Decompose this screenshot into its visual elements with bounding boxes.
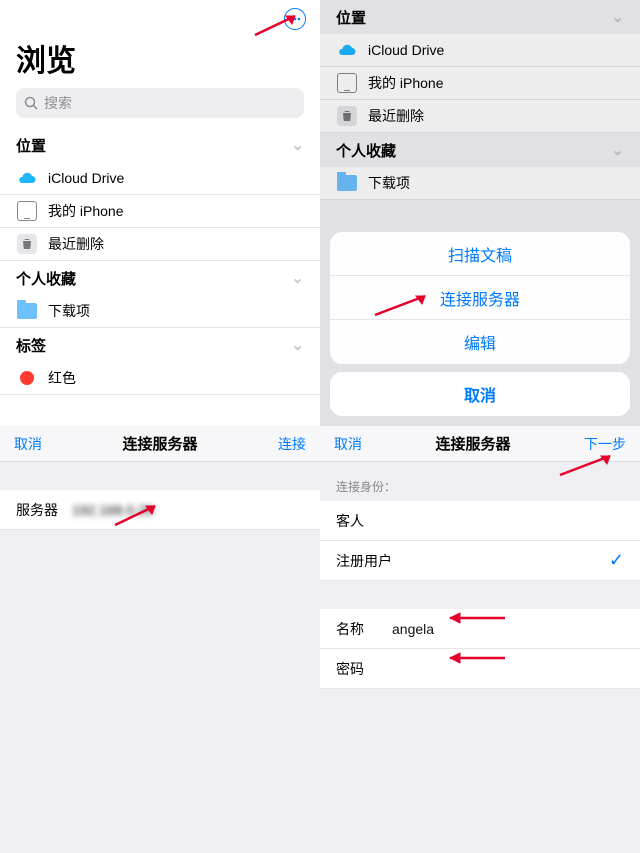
connect-body: 服务器 192.168.0.26	[0, 462, 320, 530]
password-field[interactable]: 密码	[320, 649, 640, 689]
guest-label: 客人	[336, 511, 364, 531]
tag-dot-icon	[16, 367, 38, 389]
server-value: 192.168.0.26	[72, 502, 154, 518]
section-header-favorites[interactable]: 个人收藏 ⌄	[0, 261, 320, 295]
action-sheet: 扫描文稿 连接服务器 编辑 取消	[330, 232, 630, 416]
password-label: 密码	[336, 659, 392, 679]
nav-bar: 取消 连接服务器 连接	[0, 426, 320, 462]
name-value: angela	[392, 621, 434, 637]
nav-title: 连接服务器	[122, 433, 197, 454]
search-icon	[24, 96, 38, 110]
more-button[interactable]	[284, 8, 306, 30]
search-placeholder: 搜索	[44, 93, 72, 113]
nav-cancel[interactable]: 取消	[334, 434, 362, 454]
name-label: 名称	[336, 619, 392, 639]
list-item-label: 下载项	[48, 301, 90, 321]
list-item[interactable]: 红色	[0, 362, 320, 395]
panel-browse-sheet: 位置 ⌄ iCloud Drive 我的 iPhone 最近删除 个人收藏 ⌄ …	[320, 0, 640, 426]
nav-bar: 取消 连接服务器 下一步	[320, 426, 640, 462]
identity-guest[interactable]: 客人	[320, 501, 640, 541]
search-input[interactable]: 搜索	[16, 88, 304, 118]
browse-top	[0, 0, 320, 36]
more-icon	[289, 17, 301, 21]
name-field[interactable]: 名称 angela	[320, 609, 640, 649]
section-header-tags[interactable]: 标签 ⌄	[0, 328, 320, 362]
connect-as-label: 连接身份：	[320, 462, 640, 501]
sheet-scan-documents[interactable]: 扫描文稿	[330, 232, 630, 276]
list-item-label: 最近删除	[48, 234, 104, 254]
folder-icon	[16, 300, 38, 322]
chevron-down-icon: ⌄	[291, 136, 304, 154]
server-field[interactable]: 服务器 192.168.0.26	[0, 490, 320, 530]
nav-title: 连接服务器	[435, 433, 510, 454]
auth-body: 连接身份： 客人 注册用户 ✓ 名称 angela 密码	[320, 462, 640, 689]
identity-registered[interactable]: 注册用户 ✓	[320, 541, 640, 581]
nav-cancel[interactable]: 取消	[14, 434, 42, 454]
section-header-locations[interactable]: 位置 ⌄	[0, 128, 320, 162]
nav-next[interactable]: 下一步	[584, 434, 626, 454]
section-header-label: 位置	[16, 135, 46, 156]
list-item-label: iCloud Drive	[48, 170, 124, 186]
check-icon: ✓	[609, 550, 624, 571]
list-item-label: 红色	[48, 368, 76, 388]
sheet-cancel[interactable]: 取消	[330, 372, 630, 416]
section-header-label: 标签	[16, 335, 46, 356]
phone-icon	[16, 200, 38, 222]
list-item[interactable]: 最近删除	[0, 228, 320, 261]
page-title: 浏览	[0, 36, 320, 88]
nav-connect[interactable]: 连接	[278, 434, 306, 454]
registered-label: 注册用户	[336, 551, 392, 571]
server-label: 服务器	[16, 500, 72, 520]
sheet-edit[interactable]: 编辑	[330, 320, 630, 364]
chevron-down-icon: ⌄	[291, 269, 304, 287]
trash-icon	[16, 233, 38, 255]
list-item[interactable]: 我的 iPhone	[0, 195, 320, 228]
panel-connect-server: 取消 连接服务器 连接 服务器 192.168.0.26	[0, 426, 320, 853]
list-item[interactable]: iCloud Drive	[0, 162, 320, 195]
action-sheet-cancel-card: 取消	[330, 372, 630, 416]
list-item[interactable]: 下载项	[0, 295, 320, 328]
panel-connect-auth: 取消 连接服务器 下一步 连接身份： 客人 注册用户 ✓ 名称 angela 密…	[320, 426, 640, 853]
chevron-down-icon: ⌄	[291, 336, 304, 354]
sheet-connect-server[interactable]: 连接服务器	[330, 276, 630, 320]
list-item-label: 我的 iPhone	[48, 201, 123, 221]
action-sheet-card: 扫描文稿 连接服务器 编辑	[330, 232, 630, 364]
section-header-label: 个人收藏	[16, 268, 76, 289]
panel-browse: 浏览 搜索 位置 ⌄ iCloud Drive 我的 iPhone 最近删除 个…	[0, 0, 320, 426]
cloud-icon	[16, 167, 38, 189]
